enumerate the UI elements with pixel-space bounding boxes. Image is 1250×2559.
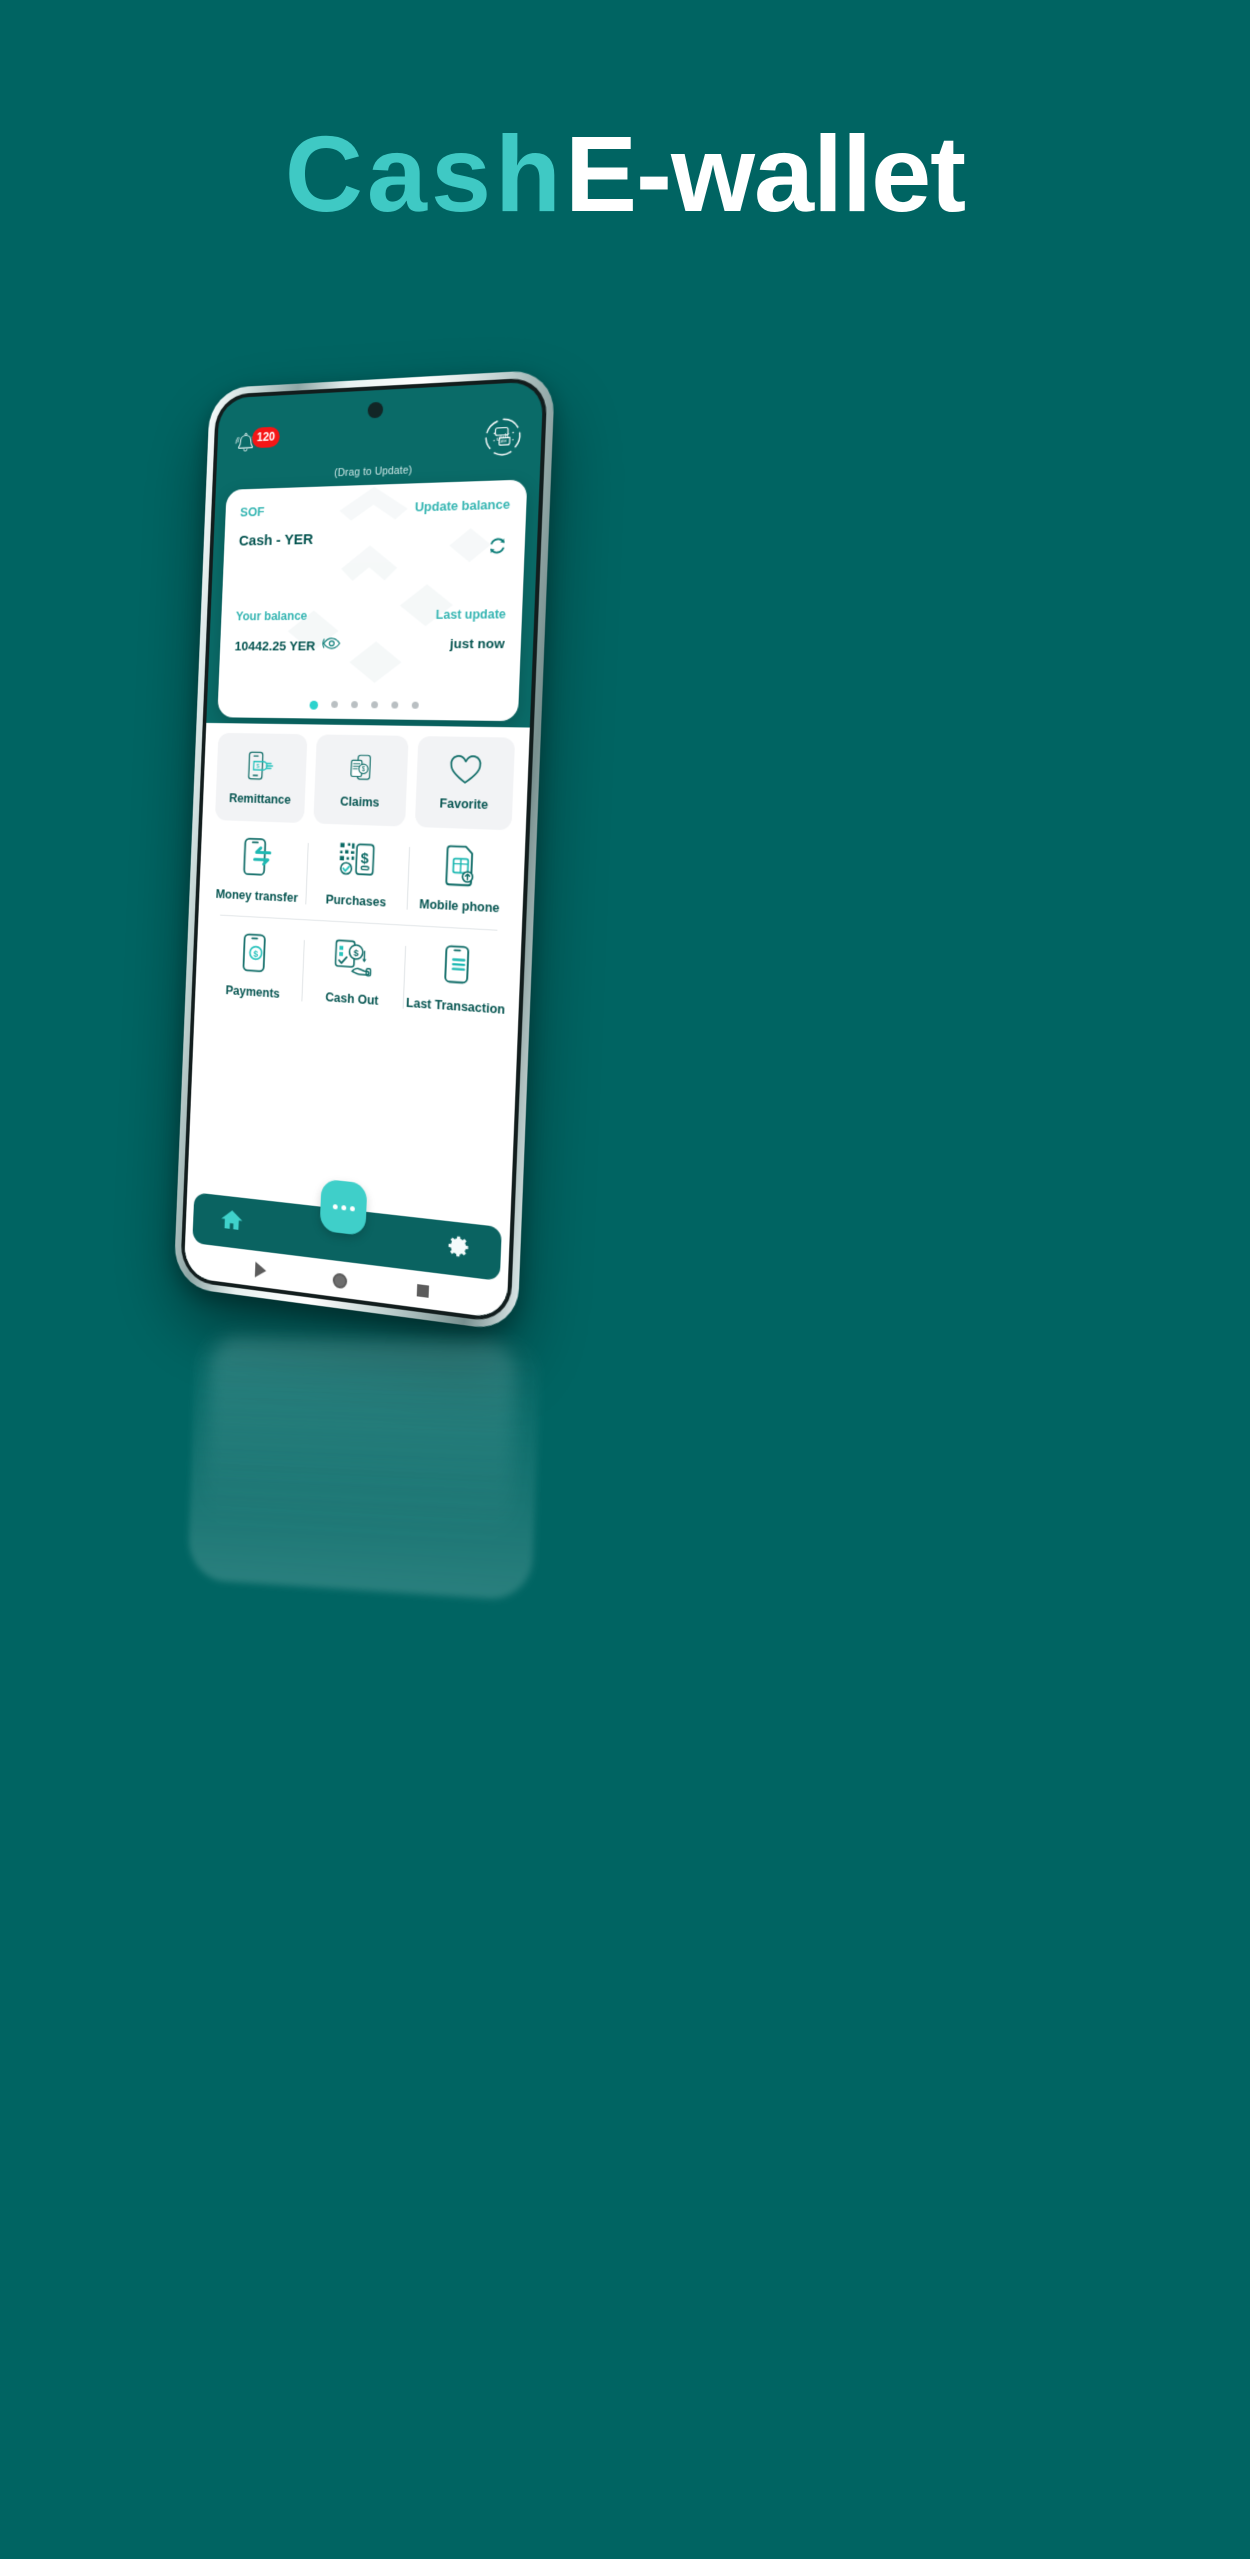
- triangle-back-icon[interactable]: [254, 1261, 267, 1279]
- pagination-dot-5[interactable]: [391, 701, 399, 709]
- pagination-dot-4[interactable]: [371, 701, 379, 709]
- balance-card[interactable]: SOF Update balance Cash - YER Your balan…: [217, 479, 528, 722]
- gear-icon: [448, 1235, 469, 1258]
- app-topbar: 120 كاش CASH: [216, 381, 543, 474]
- tile-remittance[interactable]: $ Remittance: [214, 732, 308, 824]
- more-dots-icon: [349, 1205, 355, 1211]
- payments-icon: $: [236, 931, 273, 976]
- more-dots-icon: [332, 1203, 338, 1210]
- phone-bezel: 120 كاش CASH (Drag to Update) SOF Update…: [179, 376, 548, 1325]
- pagination-dot-1[interactable]: [309, 700, 319, 710]
- sim-card-icon: [441, 842, 481, 888]
- notification-badge: 120: [251, 426, 281, 449]
- purchases-qr-icon: $: [336, 838, 378, 884]
- page-title-part1: Cash: [284, 113, 565, 234]
- last-update-label: Last update: [435, 607, 507, 622]
- tile-label: Favorite: [439, 796, 489, 813]
- phone-frame: 120 كاش CASH (Drag to Update) SOF Update…: [173, 369, 556, 1333]
- more-dots-icon: [340, 1204, 346, 1211]
- heart-icon: [448, 754, 483, 787]
- service-label: Money transfer: [215, 887, 299, 905]
- service-label: Payments: [225, 983, 281, 1002]
- claims-icon: $: [344, 754, 371, 781]
- service-money-transfer[interactable]: Money transfer: [208, 833, 308, 905]
- square-recents-icon[interactable]: [416, 1284, 430, 1298]
- svg-text:CASH: CASH: [499, 440, 507, 444]
- pagination-dot-3[interactable]: [351, 701, 358, 709]
- service-purchases[interactable]: $ Purchases: [305, 837, 409, 911]
- source-of-funds-value: Cash - YER: [238, 531, 314, 550]
- service-label: Mobile phone: [418, 897, 500, 916]
- circle-home-icon[interactable]: [332, 1271, 348, 1289]
- nav-home-button[interactable]: [220, 1207, 244, 1237]
- refresh-balance-button[interactable]: [486, 534, 509, 562]
- svg-text:$: $: [257, 764, 261, 770]
- pagination-dot-2[interactable]: [331, 700, 339, 708]
- home-icon: [220, 1209, 243, 1231]
- service-mobile-phone[interactable]: Mobile phone: [407, 841, 515, 917]
- notifications-button[interactable]: 120: [233, 426, 281, 465]
- balance-value: 10442.25 YER: [234, 638, 316, 654]
- pagination-dot-6[interactable]: [411, 701, 419, 709]
- service-payments[interactable]: $ Payments: [204, 929, 304, 1003]
- nav-settings-button[interactable]: [447, 1233, 471, 1264]
- tile-label: Remittance: [228, 791, 292, 807]
- money-transfer-icon: [239, 835, 277, 880]
- update-balance-label[interactable]: Update balance: [415, 496, 511, 514]
- tile-favorite[interactable]: Favorite: [415, 736, 516, 831]
- more-options-fab[interactable]: [319, 1178, 368, 1237]
- service-last-transaction[interactable]: Last Transaction: [403, 940, 511, 1018]
- last-update-value: just now: [449, 635, 505, 652]
- eye-icon: [322, 636, 340, 650]
- last-transaction-icon: [437, 942, 477, 989]
- remittance-icon: $: [245, 749, 278, 783]
- cash-app-logo-icon[interactable]: كاش CASH: [482, 415, 524, 458]
- card-pagination-dots[interactable]: [218, 700, 519, 712]
- source-of-funds-label: SOF: [239, 504, 265, 520]
- service-label: Last Transaction: [405, 996, 506, 1018]
- main-content: $ Remittance $ Claims Favorite Money tra…: [183, 722, 530, 1320]
- phone-reflection: [187, 1327, 542, 1602]
- service-label: Purchases: [325, 892, 387, 910]
- service-cash-out[interactable]: $ Cash Out: [301, 934, 405, 1010]
- toggle-balance-visibility-button[interactable]: [322, 636, 341, 655]
- services-row-1: Money transfer $ Purchases Mobile phone: [199, 820, 526, 917]
- svg-text:$: $: [253, 949, 258, 959]
- services-row-2: $ Payments $ Cash Out Last Transaction: [195, 915, 522, 1019]
- page-title: CashE-wallet: [0, 120, 1250, 228]
- your-balance-label: Your balance: [235, 608, 308, 624]
- svg-text:$: $: [360, 850, 369, 867]
- phone-mockup: 120 كاش CASH (Drag to Update) SOF Update…: [173, 369, 556, 1333]
- quick-tiles-row: $ Remittance $ Claims Favorite: [202, 723, 529, 831]
- page-title-part2: E-wallet: [564, 113, 966, 234]
- tile-label: Claims: [339, 794, 380, 810]
- cash-out-icon: $: [332, 936, 376, 983]
- refresh-icon: [486, 534, 509, 557]
- tile-claims[interactable]: $ Claims: [312, 734, 409, 827]
- service-label: Cash Out: [325, 990, 379, 1009]
- phone-screen: 120 كاش CASH (Drag to Update) SOF Update…: [183, 381, 544, 1320]
- hero-banner: CashE-wallet: [0, 120, 1250, 228]
